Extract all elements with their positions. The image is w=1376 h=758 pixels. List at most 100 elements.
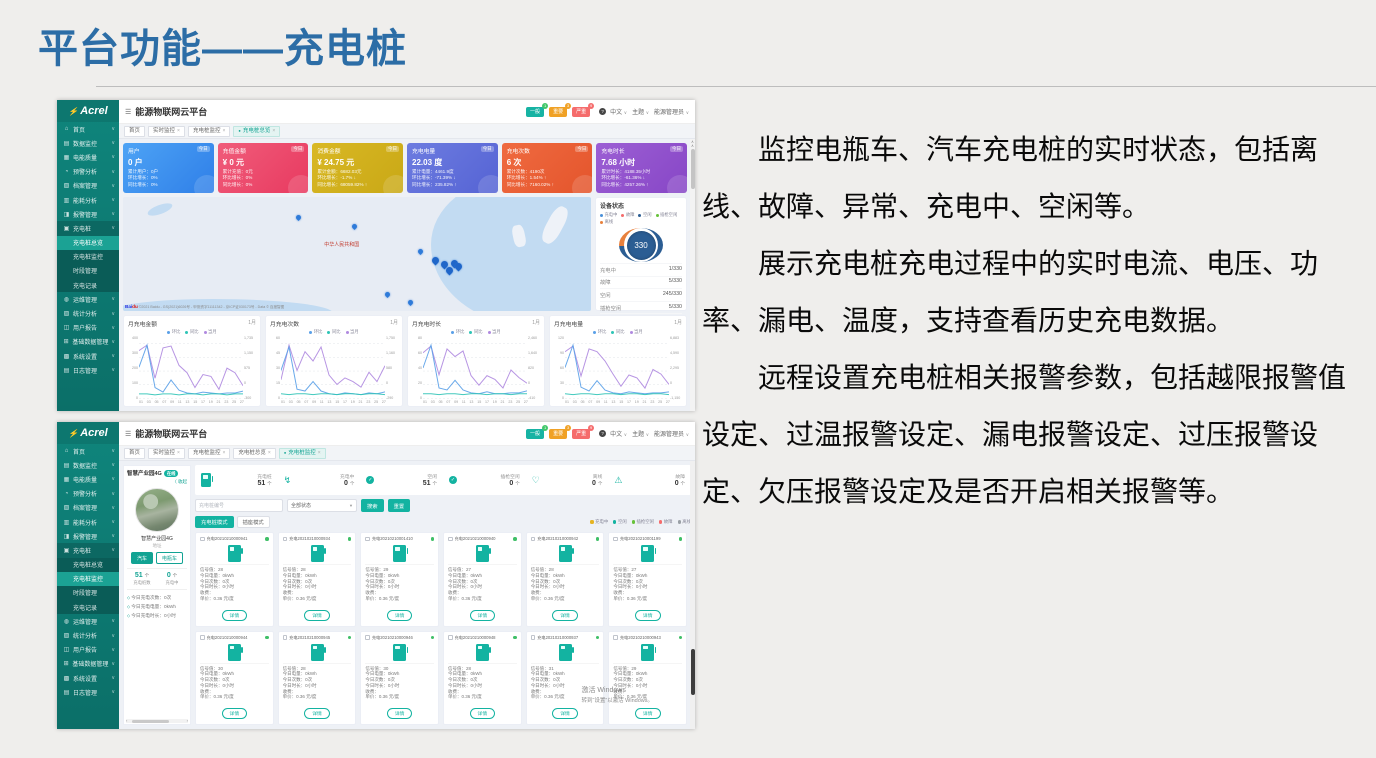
scroll-right-icon[interactable]: › — [187, 719, 188, 723]
sidebar-item-系统设置[interactable]: ▩系统设置∨ — [57, 349, 119, 363]
sidebar-subitem-充电桩总览[interactable]: 充电桩总览 — [57, 558, 119, 572]
close-icon[interactable]: × — [177, 126, 180, 136]
sidebar-item-运维管理[interactable]: ◍运维管理∨ — [57, 292, 119, 306]
charger-card[interactable]: 充电20210210000944信号值：30今日电量：0kWh今日次数：0次今日… — [195, 631, 274, 726]
checkbox[interactable] — [531, 635, 536, 640]
charger-card[interactable]: 充电20210210000943信号值：29今日电量：0kWh今日次数：0次今日… — [608, 631, 687, 726]
sidebar-item-运维管理[interactable]: ◍运维管理∨ — [57, 614, 119, 628]
sidebar-item-能耗分析[interactable]: ▥能耗分析∨ — [57, 193, 119, 207]
checkbox[interactable] — [283, 635, 288, 640]
map-pin[interactable] — [295, 214, 302, 221]
sidebar-item-报警管理[interactable]: ◨报警管理∨ — [57, 207, 119, 221]
legend-item-同比[interactable]: 同比 — [469, 329, 482, 335]
vehicle-type-汽车[interactable]: 汽车 — [131, 552, 153, 564]
checkbox[interactable] — [448, 635, 453, 640]
scroll-up-icon[interactable]: ∧∧ — [690, 140, 695, 148]
map-pin[interactable] — [417, 248, 424, 255]
detail-button[interactable]: 详情 — [470, 610, 496, 621]
sidebar-subitem-充电记录[interactable]: 充电记录 — [57, 278, 119, 292]
legend-item-同比[interactable]: 同比 — [327, 329, 340, 335]
status-select[interactable]: 全部状态 ▼ — [287, 499, 357, 512]
sidebar-item-预警分析[interactable]: ◔预警分析∨ — [57, 165, 119, 179]
detail-button[interactable]: 详情 — [635, 610, 661, 621]
alarm-badge-严重[interactable]: 严重9 — [572, 107, 590, 117]
checkbox[interactable] — [531, 537, 536, 542]
sidebar-item-系统设置[interactable]: ▩系统设置∨ — [57, 671, 119, 685]
sidebar-subitem-充电记录[interactable]: 充电记录 — [57, 600, 119, 614]
legend-item-当月[interactable]: 当月 — [488, 329, 501, 335]
charger-card[interactable]: 充电20210210000940信号值：27今日电量：0kWh今日次数：0次今日… — [443, 532, 522, 627]
alarm-badge-一般[interactable]: 一般1 — [526, 107, 544, 117]
alarm-badge-严重[interactable]: 严重9 — [572, 429, 590, 439]
alarm-badge-重要[interactable]: 重要3 — [549, 429, 567, 439]
sidebar-item-电能质量[interactable]: ▦电能质量∨ — [57, 150, 119, 164]
close-icon[interactable]: × — [177, 448, 180, 458]
detail-button[interactable]: 详情 — [635, 708, 661, 719]
close-icon[interactable]: × — [222, 448, 225, 458]
sidebar-subitem-时段管理[interactable]: 时段管理 — [57, 586, 119, 600]
detail-button[interactable]: 详情 — [552, 610, 578, 621]
menu-能源管理员[interactable]: 能源管理员 ∨ — [654, 107, 689, 116]
charger-card[interactable]: 充电20210210000941信号值：28今日电量：0kWh今日次数：0次今日… — [195, 532, 274, 627]
sidebar-item-统计分析[interactable]: ▨统计分析∨ — [57, 306, 119, 320]
menu-icon[interactable]: ☰ — [125, 108, 131, 116]
stat-card-用户[interactable]: 用户今日0 户累计用户：0户环比增长：0%同比增长：0% — [123, 143, 214, 193]
legend-item-同比[interactable]: 同比 — [611, 329, 624, 335]
sidebar-item-日志管理[interactable]: ▤日志管理∨ — [57, 363, 119, 377]
scrollbar-vertical[interactable]: ∧∧ — [690, 139, 695, 411]
sidebar-item-统计分析[interactable]: ▨统计分析∨ — [57, 628, 119, 642]
help-icon[interactable]: ? — [599, 430, 606, 437]
charger-card[interactable]: 充电20210210000948信号值：28今日电量：0kWh今日次数：0次今日… — [443, 631, 522, 726]
tab-充电桩监控[interactable]: 充电桩监控× — [279, 448, 326, 459]
search-button[interactable]: 搜索 — [361, 499, 384, 512]
sidebar-item-首页[interactable]: ⌂首页∨ — [57, 444, 119, 458]
sidebar-item-用户报告[interactable]: ◫用户报告∨ — [57, 321, 119, 335]
legend-item-环比[interactable]: 环比 — [593, 329, 606, 335]
stat-card-充值金额[interactable]: 充值金额今日¥ 0 元累计充值：0元环比增长：0%同比增长：0% — [218, 143, 309, 193]
sidebar-item-预警分析[interactable]: ◔预警分析∨ — [57, 487, 119, 501]
sidebar-item-日志管理[interactable]: ▤日志管理∨ — [57, 685, 119, 699]
map-pin[interactable] — [407, 299, 414, 306]
legend-item-环比[interactable]: 环比 — [309, 329, 322, 335]
sidebar-item-电能质量[interactable]: ▦电能质量∨ — [57, 472, 119, 486]
charger-card[interactable]: 充电20210210000946信号值：30今日电量：0kWh今日次数：0次今日… — [360, 631, 439, 726]
sidebar-item-充电桩[interactable]: ▣充电桩∨ — [57, 543, 119, 557]
checkbox[interactable] — [283, 537, 288, 542]
menu-主题[interactable]: 主题 ∨ — [632, 429, 649, 438]
charger-card[interactable]: 充电20210210000934信号值：28今日电量：0kWh今日次数：0次今日… — [278, 532, 357, 627]
sidebar-item-数据监控[interactable]: ▤数据监控∨ — [57, 136, 119, 150]
stat-card-充电次数[interactable]: 充电次数今日6 次累计次数：4190次环比增长：1.54% ↑同比增长：7160… — [502, 143, 593, 193]
legend-item-当月[interactable]: 当月 — [346, 329, 359, 335]
mode-button-充电桩模式[interactable]: 充电桩模式 — [195, 516, 234, 528]
stat-card-充电时长[interactable]: 充电时长今日7.68 小时累计时长：4188.35小时环比增长：-61.36% … — [596, 143, 687, 193]
sidebar-subitem-充电桩监控[interactable]: 充电桩监控 — [57, 572, 119, 586]
alarm-badge-重要[interactable]: 重要3 — [549, 107, 567, 117]
detail-button[interactable]: 详情 — [222, 610, 248, 621]
menu-中文[interactable]: 中文 ∨ — [610, 429, 627, 438]
legend-item-环比[interactable]: 环比 — [451, 329, 464, 335]
charger-card[interactable]: 充电20210210000942信号值：28今日电量：0kWh今日次数：0次今日… — [526, 532, 605, 627]
tab-充电桩总览[interactable]: 充电桩总览× — [233, 448, 275, 459]
scrollbar-thumb[interactable] — [691, 149, 695, 189]
sidebar-item-档案管理[interactable]: ▧档案管理∨ — [57, 179, 119, 193]
legend-item-环比[interactable]: 环比 — [167, 329, 180, 335]
sidebar-item-档案管理[interactable]: ▧档案管理∨ — [57, 501, 119, 515]
close-icon[interactable]: × — [268, 448, 271, 458]
sidebar-item-能耗分析[interactable]: ▥能耗分析∨ — [57, 515, 119, 529]
detail-button[interactable]: 详情 — [387, 708, 413, 719]
sidebar-item-首页[interactable]: ⌂首页∨ — [57, 122, 119, 136]
checkbox[interactable] — [200, 537, 205, 542]
mode-button-插座模式[interactable]: 插座模式 — [237, 516, 270, 528]
checkbox[interactable] — [448, 537, 453, 542]
menu-icon[interactable]: ☰ — [125, 430, 131, 438]
sidebar-subitem-充电桩监控[interactable]: 充电桩监控 — [57, 250, 119, 264]
close-icon[interactable]: × — [272, 126, 275, 136]
menu-能源管理员[interactable]: 能源管理员 ∨ — [654, 429, 689, 438]
scrollbar-vertical[interactable] — [690, 461, 695, 729]
stat-card-充电电量[interactable]: 充电电量今日22.03 度累计电量：4461.9度环比增长：-71.39% ↓同… — [407, 143, 498, 193]
close-icon[interactable]: × — [222, 126, 225, 136]
checkbox[interactable] — [365, 537, 370, 542]
scroll-left-icon[interactable]: ‹ — [126, 719, 127, 723]
sidebar-item-报警管理[interactable]: ◨报警管理∨ — [57, 529, 119, 543]
collapse-link[interactable]: 〈 收起 — [127, 479, 187, 485]
